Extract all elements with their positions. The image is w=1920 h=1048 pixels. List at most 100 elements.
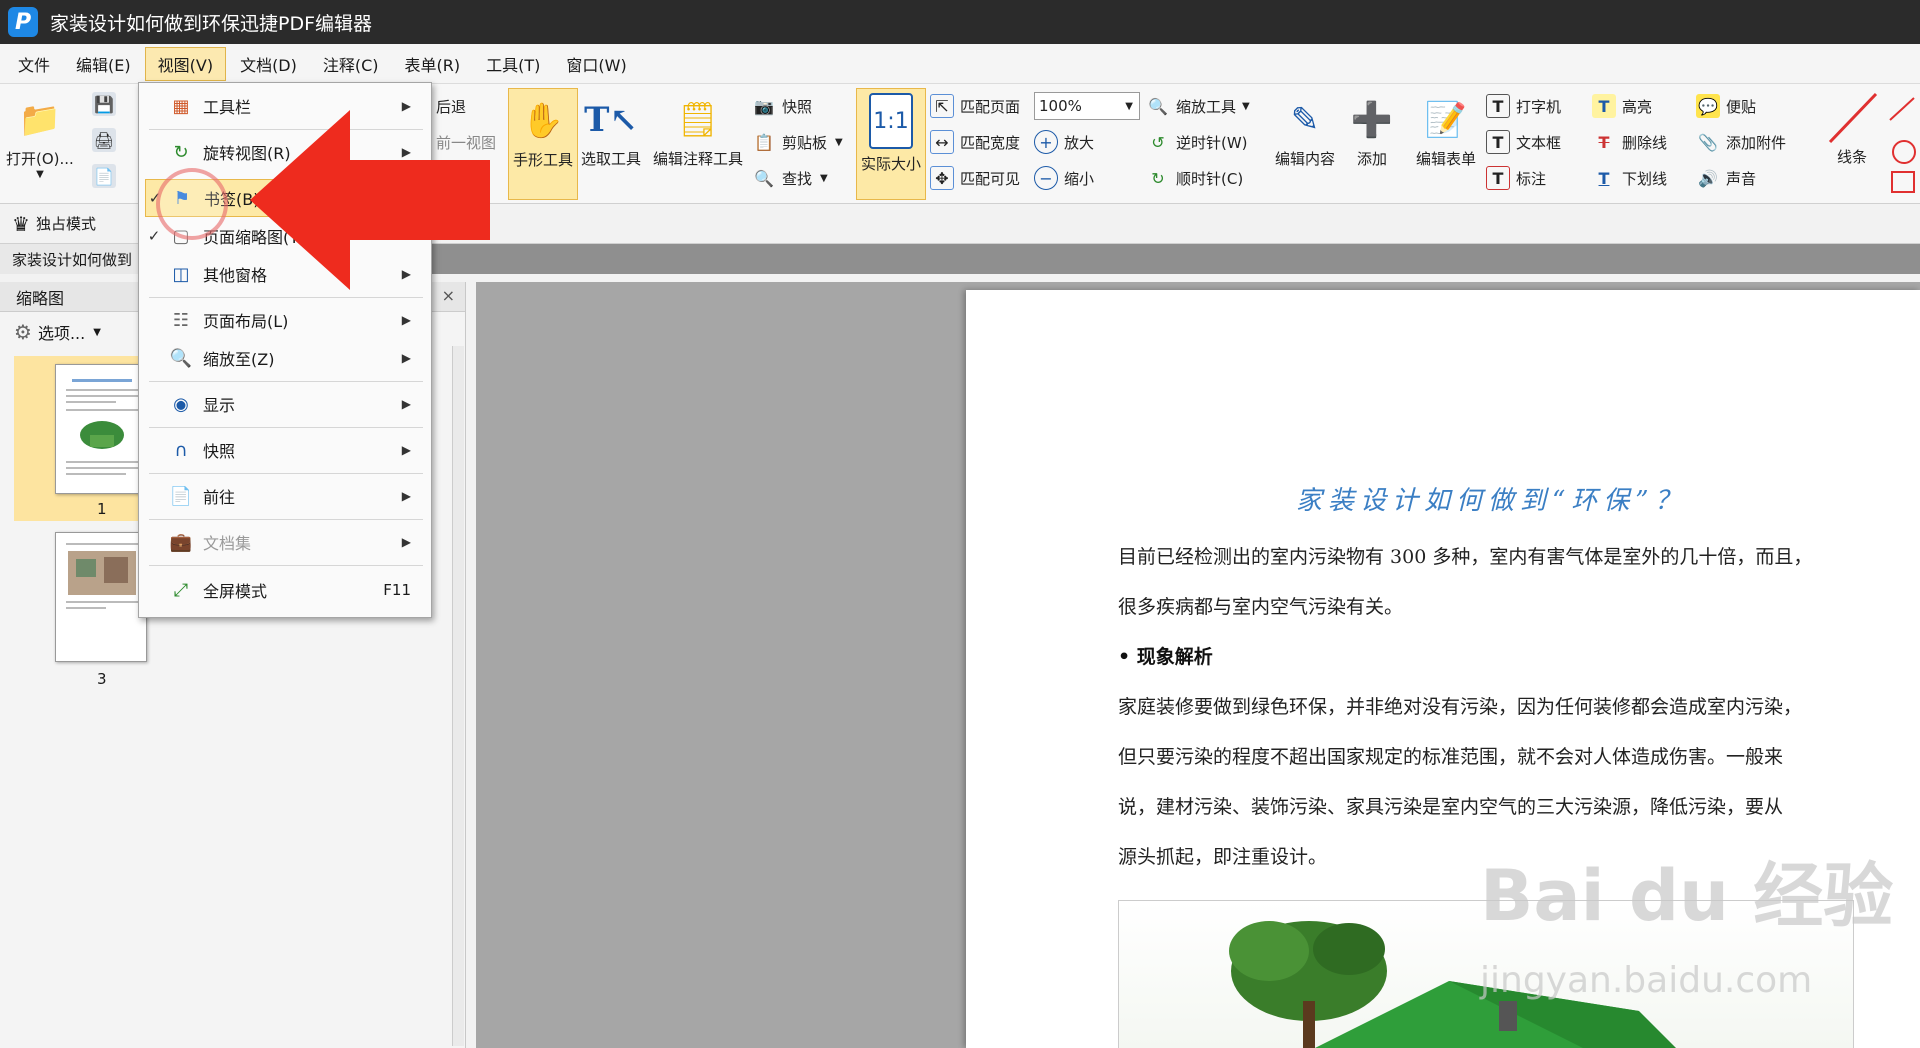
print-button[interactable]: 🖨 [92, 128, 122, 152]
sound-button[interactable]: 🔊 声音 [1696, 166, 1756, 190]
view-menu-item-goto[interactable]: 📄 前往 ▶ [145, 477, 425, 515]
highlight-button[interactable]: T 高亮 [1592, 94, 1652, 118]
fit-width-icon: ↔ [930, 130, 954, 154]
edit-content-button[interactable]: ✎ 编辑内容 [1268, 92, 1342, 169]
zoom-out-icon: − [1034, 166, 1058, 190]
add-button[interactable]: ➕ 添加 [1340, 92, 1404, 169]
toolbar-icon: ▦ [172, 95, 190, 117]
paragraph-line: 目前已经检测出的室内污染物有 300 多种，室内有害气体是室外的几十倍，而且， [1118, 546, 1813, 568]
rotate-cw-button[interactable]: ↻ 顺时针(C) [1146, 166, 1243, 190]
rotate-ccw-button[interactable]: ↺ 逆时针(W) [1146, 130, 1247, 154]
thumbnail-scrollbar[interactable] [452, 346, 464, 1046]
attach-button[interactable]: 📎 添加附件 [1696, 130, 1786, 154]
typewriter-button[interactable]: T 打字机 [1486, 94, 1561, 118]
document-tab[interactable]: 家装设计如何做到 [0, 244, 145, 274]
strikeout-button[interactable]: T 删除线 [1592, 130, 1667, 154]
typewriter-icon: T [1486, 94, 1510, 118]
view-menu-item-snapshot[interactable]: ∩ 快照 ▶ [145, 431, 425, 469]
edit-annotation-tool-button[interactable]: 🗒 编辑注释工具 [648, 92, 748, 169]
paragraph-line: 说，建材污染、装饰污染、家具污染是室内空气的三大污染源，降低污染，要从 [1118, 796, 1784, 818]
thumbnail-page-3[interactable] [55, 532, 147, 662]
watermark-url: jingyan.baidu.com [1480, 960, 1813, 1001]
portfolio-icon: 💼 [169, 531, 193, 553]
line-tool-button[interactable]: 线条 [1816, 90, 1888, 167]
paragraph-line: 但只要污染的程度不超出国家规定的标准范围，就不会对人体造成伤害。一般来 [1118, 746, 1784, 768]
actual-size-button[interactable]: 1:1 实际大小 [856, 88, 926, 200]
view-menu-item-zoom-to[interactable]: 🔍 缩放至(Z) ▶ [145, 339, 425, 377]
export-icon: 📄 [92, 164, 116, 188]
zoom-in-button[interactable]: + 放大 [1034, 130, 1094, 154]
thumbnail-page-1[interactable] [55, 364, 147, 494]
callout-icon: T [1486, 166, 1510, 190]
zoom-icon: 🔍 [169, 347, 193, 369]
hand-tool-button[interactable]: ✋ 手形工具 [508, 88, 578, 200]
find-button[interactable]: 🔍 查找 ▼ [752, 166, 828, 190]
speaker-icon: 🔊 [1698, 168, 1718, 188]
eye-icon: ◉ [173, 393, 189, 415]
paperclip-icon: 📎 [1698, 132, 1718, 152]
strikeout-icon: T [1598, 132, 1610, 152]
fit-page-icon: ⇱ [930, 94, 954, 118]
callout-button[interactable]: T 标注 [1486, 166, 1546, 190]
underline-button[interactable]: T 下划线 [1592, 166, 1667, 190]
title-bar: P 家装设计如何做到环保迅捷PDF编辑器 [0, 0, 1920, 44]
section-heading: • 现象解析 [1118, 646, 1213, 668]
highlight-icon: T [1592, 94, 1616, 118]
exclusive-mode-button[interactable]: 独占模式 [36, 213, 96, 234]
chevron-right-icon: ▶ [401, 351, 411, 365]
edit-form-button[interactable]: 📝 编辑表单 [1408, 92, 1484, 169]
sticky-note-button[interactable]: 💬 便贴 [1696, 94, 1756, 118]
zoom-out-button[interactable]: − 缩小 [1034, 166, 1094, 190]
save-icon: 💾 [92, 92, 116, 116]
click-indicator [156, 168, 228, 240]
chevron-right-icon: ▶ [401, 313, 411, 327]
fit-visible-button[interactable]: ✥ 匹配可见 [930, 166, 1020, 190]
shape-tools-icons[interactable] [1888, 94, 1918, 194]
rotate-ccw-icon: ↺ [1151, 132, 1165, 152]
chevron-right-icon: ▶ [401, 535, 411, 549]
window-title: 家装设计如何做到环保迅捷PDF编辑器 [50, 12, 373, 35]
menu-document[interactable]: 文档(D) [228, 48, 309, 80]
text-cursor-icon: T↖ [584, 100, 638, 140]
view-menu-item-page-layout[interactable]: ☷ 页面布局(L) ▶ [145, 301, 425, 339]
fullscreen-icon: ⤢ [173, 579, 189, 601]
open-button[interactable]: 📁 打开(O)... ▼ [6, 92, 74, 180]
clipboard-button[interactable]: 📋 剪贴板 ▼ [752, 130, 843, 154]
menu-bar: 文件 编辑(E) 视图(V) 文档(D) 注释(C) 表单(R) 工具(T) 窗… [0, 44, 1920, 84]
underline-icon: T [1598, 168, 1610, 188]
paragraph-line: 很多疾病都与室内空气污染有关。 [1118, 596, 1404, 618]
fit-page-button[interactable]: ⇱ 匹配页面 [930, 94, 1020, 118]
shortcut-label: F11 [383, 581, 411, 599]
zoom-tool-button[interactable]: 🔍 缩放工具 ▼ [1146, 94, 1250, 118]
view-menu-item-fullscreen[interactable]: ⤢ 全屏模式 F11 [145, 571, 425, 609]
view-menu-item-display[interactable]: ◉ 显示 ▶ [145, 385, 425, 423]
gear-icon: ⚙ [14, 320, 32, 344]
zoom-select[interactable]: 100% ▼ [1034, 92, 1140, 120]
menu-view[interactable]: 视图(V) [144, 46, 227, 81]
save-button[interactable]: 💾 [92, 92, 122, 116]
snapshot-button[interactable]: 📷 快照 [752, 94, 812, 118]
chevron-down-icon: ▼ [1125, 100, 1133, 112]
menu-file[interactable]: 文件 [6, 48, 62, 80]
chevron-right-icon: ▶ [401, 443, 411, 457]
select-tool-button[interactable]: T↖ 选取工具 [578, 92, 644, 169]
panel-title: 缩略图 [16, 288, 65, 308]
line-icon [1828, 92, 1878, 144]
menu-comment[interactable]: 注释(C) [311, 48, 391, 80]
fit-width-button[interactable]: ↔ 匹配宽度 [930, 130, 1020, 154]
textbox-button[interactable]: T 文本框 [1486, 130, 1561, 154]
menu-form[interactable]: 表单(R) [393, 48, 473, 80]
crown-icon: ♛ [12, 211, 30, 236]
edit-content-icon: ✎ [1290, 100, 1320, 140]
menu-edit[interactable]: 编辑(E) [64, 48, 143, 80]
snapshot-icon: ∩ [174, 439, 188, 461]
zoom-in-icon: + [1034, 130, 1058, 154]
view-menu-item-portfolio[interactable]: 💼 文档集 ▶ [145, 523, 425, 561]
fit-visible-icon: ✥ [930, 166, 954, 190]
hand-icon: ✋ [521, 101, 565, 141]
check-icon: ✓ [147, 227, 161, 245]
export-button[interactable]: 📄 [92, 164, 122, 188]
menu-tools[interactable]: 工具(T) [474, 48, 552, 80]
magnifier-icon: 🔍 [1148, 96, 1168, 116]
menu-window[interactable]: 窗口(W) [554, 48, 638, 80]
